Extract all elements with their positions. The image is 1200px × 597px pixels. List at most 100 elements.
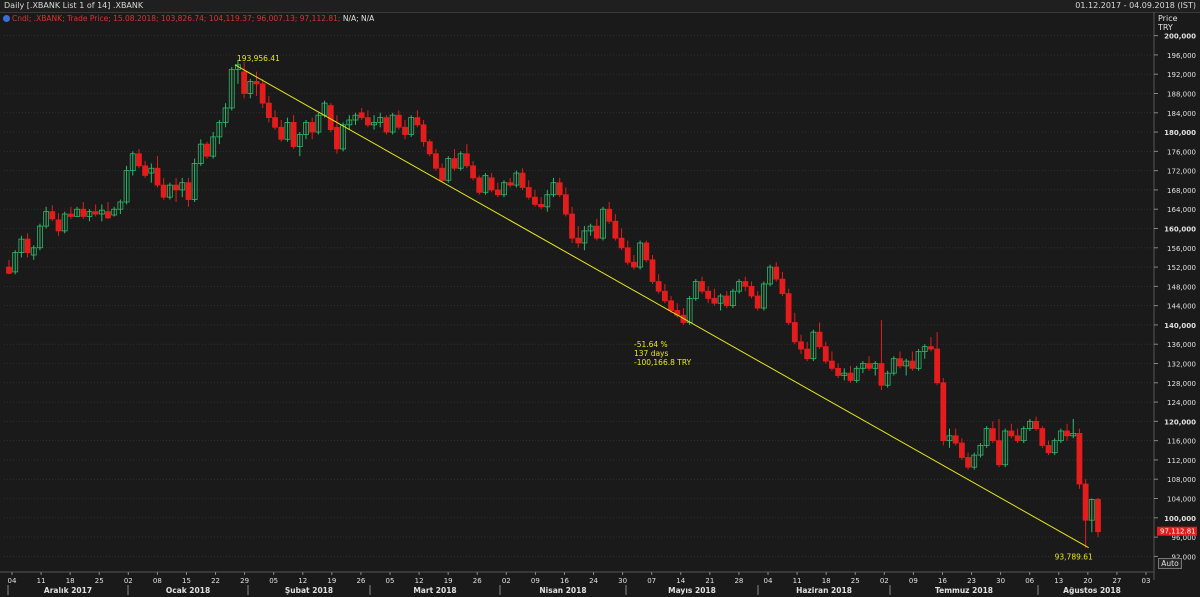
price-tick-label: 184,000 [1167,110,1196,118]
time-tick-label: 16 [560,577,569,585]
candle-body [909,360,916,369]
candle-body [958,442,965,458]
time-tick-label: 07 [647,577,656,585]
candle-body [829,360,835,369]
time-tick-label: 26 [356,577,365,585]
candle-body [754,295,761,309]
price-tick-label: 200,000 [1164,33,1196,41]
candle-body [1033,420,1040,429]
price-tick-label: 180,000 [1164,129,1196,137]
candle-body [383,117,390,133]
candle-body [154,167,161,186]
candle-body [742,281,749,287]
time-tick-label: 09 [531,577,540,585]
candle-body [24,238,31,254]
candle-body [290,122,297,147]
candle-body [105,211,111,219]
candle-body [1045,445,1052,454]
candle-body [1064,430,1070,437]
time-tick-label: 30 [996,577,1005,585]
time-tick-label: 25 [95,577,104,585]
last-price-marker: 97,112.81 [1157,526,1197,536]
time-tick-label: 14 [676,577,685,585]
candle-body [816,331,823,348]
candle-body [160,184,167,198]
candle-body [259,83,266,104]
time-tick-label: 21 [705,577,714,585]
candle-body [569,213,575,239]
time-tick-label: 03 [1142,577,1151,585]
month-label: Haziran 2018 [796,586,852,595]
time-tick-label: 20 [1083,577,1092,585]
date-range: 01.12.2017 - 04.09.2018 (IST) [1075,1,1196,10]
candle-body [309,122,316,133]
time-tick-label: 08 [153,577,162,585]
candle-body [562,194,569,215]
time-tick-label: 22 [211,577,220,585]
time-axis[interactable]: 04 11 18 25 02 08 15 22 29 05 12 19 26 05 12 19 26 02 09 16… [0,571,1154,595]
candle-body [395,114,402,128]
time-tick-label: 19 [327,577,336,585]
candle-body [1008,430,1015,437]
time-tick-label: 02 [124,577,133,585]
candlestick-chart[interactable]: 193,956.41 93,789.61 -51.64 % 137 days -… [0,12,1200,597]
candle-body [655,281,662,292]
candle-body [1082,483,1089,521]
candle-body [142,165,149,176]
candle-body [643,242,650,261]
candle-body [996,440,1002,466]
candle-body [358,112,365,119]
candle-body [414,117,421,126]
candle-body [575,237,582,244]
candle-body [6,266,12,274]
candle-body [439,167,446,181]
candle-body [878,363,885,386]
gridlines [4,35,1154,557]
candle-body [668,300,674,311]
month-label: Mart 2018 [413,586,456,595]
time-tick-label: 02 [880,577,889,585]
candle-body [785,293,792,323]
candle-body [241,71,248,94]
price-tick-label: 160,000 [1164,226,1196,234]
candle-body [804,348,811,360]
candle-body [1076,433,1083,485]
price-tick-label: 196,000 [1167,52,1196,60]
candle-body [928,346,934,350]
candle-body [433,153,439,169]
candle-body [699,281,705,292]
candle-body [278,126,285,140]
candle-body [463,153,470,167]
candle-body [612,220,619,239]
candle-body [55,219,62,232]
month-label: Şubat 2018 [285,586,333,595]
time-tick-label: 15 [182,577,191,585]
time-tick-label: 11 [793,577,802,585]
price-axis[interactable]: 92,00096,000100,000104,000108,000112,000… [1154,33,1196,562]
price-tick-label: 116,000 [1167,438,1196,446]
candle-body [136,153,142,167]
candle-body [488,177,495,191]
time-tick-label: 11 [37,577,46,585]
month-label: Temmuz 2018 [935,586,993,595]
trendline[interactable] [234,64,1089,549]
candle-body [798,341,804,350]
price-tick-label: 148,000 [1167,283,1196,291]
candle-body [67,213,74,217]
price-tick-label: 128,000 [1167,380,1196,388]
candle-body [618,237,625,249]
candle-body [649,259,656,282]
month-label: Ocak 2018 [166,586,210,595]
price-tick-label: 152,000 [1167,264,1196,272]
candle-body [835,367,842,376]
auto-scale-button[interactable]: Auto [1158,558,1182,569]
candle-body [204,143,210,157]
candle-body [965,457,971,468]
time-tick-label: 29 [240,577,249,585]
price-tick-label: 108,000 [1167,476,1196,484]
high-annotation: 193,956.41 [237,54,280,63]
candle-body [334,126,340,150]
price-tick-label: 112,000 [1167,457,1196,465]
candle-body [934,348,941,384]
candle-body [606,208,613,222]
